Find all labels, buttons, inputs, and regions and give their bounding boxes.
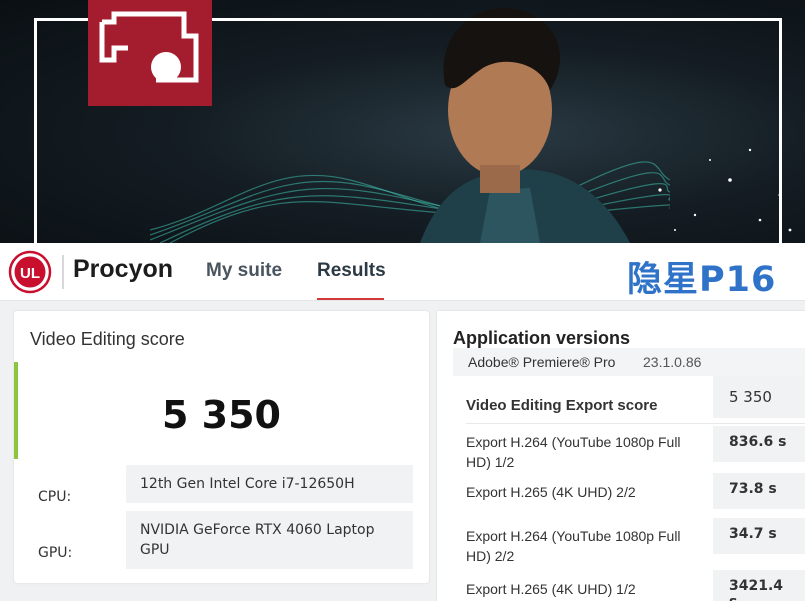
video-editing-score-card: Video Editing score 5 350 CPU: 12th Gen … [14,311,429,583]
result-label: Video Editing Export score [466,397,658,414]
cpu-value: 12th Gen Intel Core i7-12650H [126,465,413,503]
result-label: Export H.264 (YouTube 1080p Full HD) 1/2 [466,434,681,470]
application-versions-card: Application versions Adobe® Premiere® Pr… [437,311,805,601]
result-label: Export H.265 (4K UHD) 2/2 [466,484,636,500]
nav-divider [62,255,64,289]
hero-banner [0,0,805,243]
app-name: Adobe® Premiere® Pro [468,354,616,370]
row-divider [466,423,805,424]
score-card-title: Video Editing score [30,329,185,349]
gpu-value: NVIDIA GeForce RTX 4060 Laptop GPU [126,511,413,569]
result-value: 3421.4 s [713,570,805,601]
results-content: Video Editing score 5 350 CPU: 12th Gen … [0,301,805,601]
cpu-label: CPU: [38,489,72,505]
result-value: 73.8 s [713,473,805,509]
result-label: Export H.265 (4K UHD) 1/2 [466,581,636,597]
result-value: 34.7 s [713,518,805,554]
brand-name[interactable]: Procyon [73,255,173,284]
app-version-row: Adobe® Premiere® Pro 23.1.0.86 [453,348,805,376]
active-tab-indicator [317,298,384,300]
result-value: 5 350 [713,376,805,418]
app-version: 23.1.0.86 [643,354,702,370]
result-label: Export H.264 (YouTube 1080p Full HD) 2/2 [466,528,681,564]
result-value: 836.6 s [713,426,805,462]
tab-results[interactable]: Results [317,260,386,282]
gpu-label: GPU: [38,545,73,561]
camera-logo-icon [88,0,212,106]
tab-my-suite[interactable]: My suite [206,260,282,282]
top-nav-bar: UL Procyon My suite Results 隐星P16 [0,243,805,301]
overall-score: 5 350 [162,393,281,437]
ul-logo-icon[interactable]: UL [8,250,52,294]
app-versions-title: Application versions [453,328,631,348]
svg-text:UL: UL [20,265,40,282]
watermark-text: 隐星P16 [627,260,777,300]
